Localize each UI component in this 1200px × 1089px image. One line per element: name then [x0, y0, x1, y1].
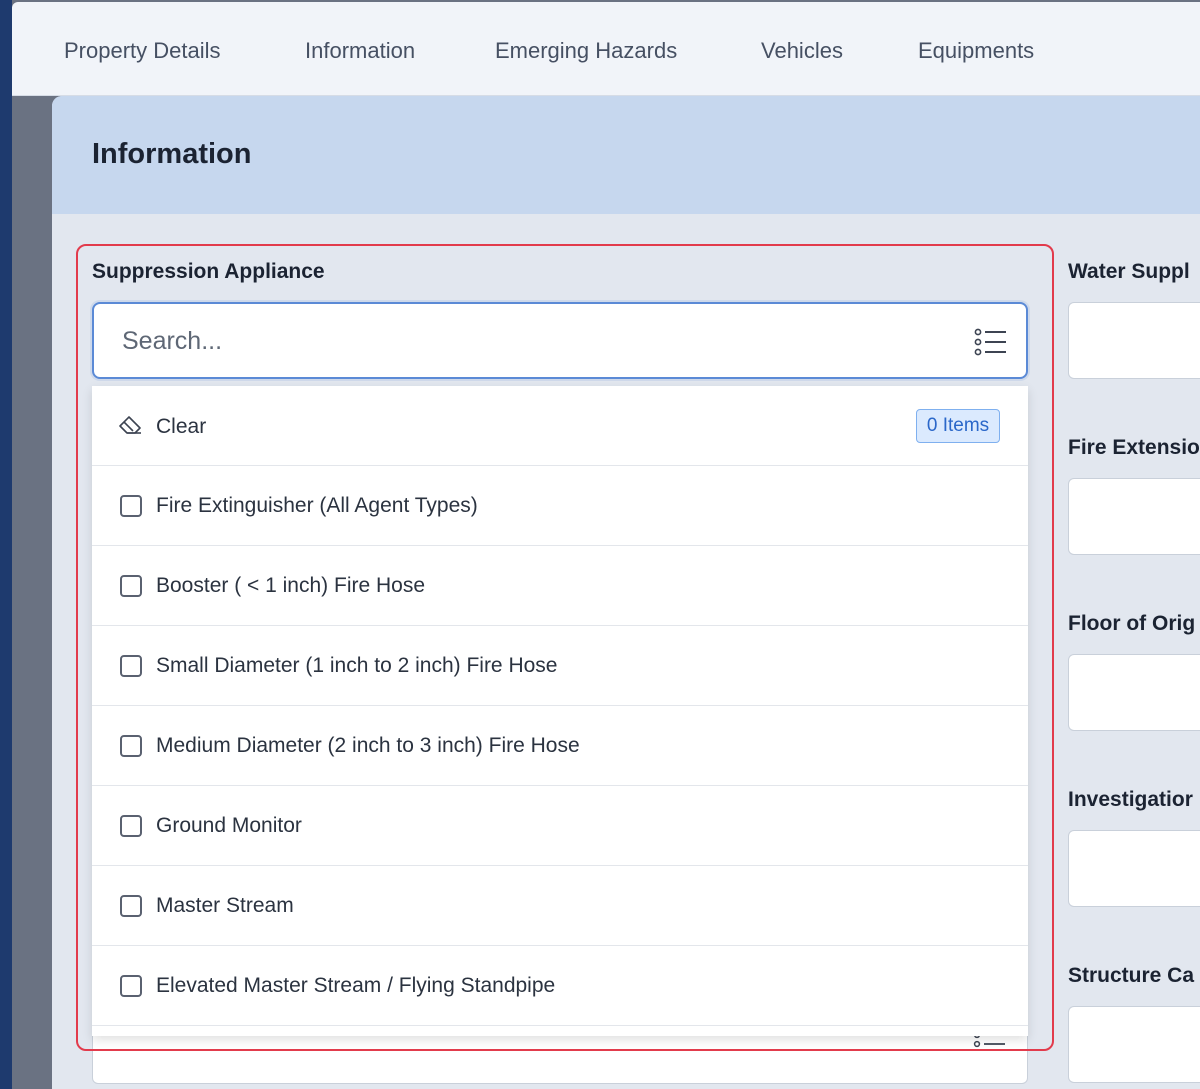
- water-supply-label: Water Suppl: [1068, 260, 1190, 283]
- water-supply-input[interactable]: [1068, 302, 1200, 379]
- tab-information[interactable]: Information: [305, 38, 415, 64]
- tab-equipments[interactable]: Equipments: [918, 38, 1034, 64]
- structure-input[interactable]: [1068, 1006, 1200, 1083]
- window-left-edge: [0, 0, 12, 1089]
- highlight-annotation: [76, 244, 1054, 1051]
- page-title: Information: [92, 138, 252, 170]
- sidebar-strip: [12, 96, 52, 1089]
- structure-label: Structure Ca: [1068, 964, 1195, 987]
- tab-vehicles[interactable]: Vehicles: [761, 38, 843, 64]
- tab-emerging-hazards[interactable]: Emerging Hazards: [495, 38, 677, 64]
- main-content: Information Suppression Appliance Search…: [52, 96, 1200, 1089]
- fire-extension-label: Fire Extensio: [1068, 436, 1200, 459]
- fire-extension-input[interactable]: [1068, 478, 1200, 555]
- investigation-input[interactable]: [1068, 830, 1200, 907]
- investigation-label: Investigatior: [1068, 788, 1193, 811]
- tab-property-details[interactable]: Property Details: [64, 38, 221, 64]
- top-navigation: Property Details Information Emerging Ha…: [12, 2, 1200, 96]
- floor-of-origin-input[interactable]: [1068, 654, 1200, 731]
- section-header: Information: [52, 96, 1200, 214]
- floor-of-origin-label: Floor of Orig: [1068, 612, 1196, 635]
